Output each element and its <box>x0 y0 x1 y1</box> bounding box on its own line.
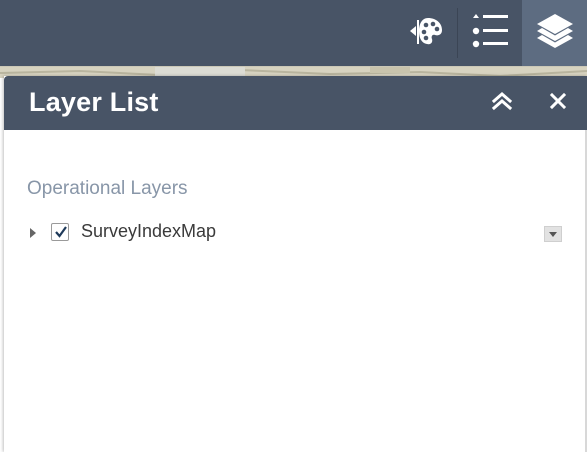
layer-options-button[interactable] <box>544 226 562 242</box>
palette-icon <box>406 14 444 53</box>
layers-icon <box>535 11 575 56</box>
dropdown-arrow-icon <box>549 232 557 237</box>
layer-label: SurveyIndexMap <box>81 221 217 241</box>
panel-header: Layer List <box>4 76 587 130</box>
operational-layers-heading: Operational Layers <box>27 178 188 199</box>
layer-visibility-checkbox[interactable] <box>51 223 69 241</box>
double-chevron-up-icon <box>491 91 513 116</box>
layer-list-panel: Layer List Operational Layers SurveyInde… <box>4 76 587 452</box>
legend-button[interactable] <box>458 0 522 66</box>
symbology-button[interactable] <box>393 0 457 66</box>
panel-title: Layer List <box>29 87 159 117</box>
top-toolbar <box>0 0 587 66</box>
list-icon <box>470 12 510 55</box>
close-panel-button[interactable] <box>543 88 573 118</box>
layers-button[interactable] <box>522 0 587 66</box>
collapse-panel-button[interactable] <box>487 88 517 118</box>
expand-arrow-icon[interactable] <box>30 228 36 238</box>
app-root: Layer List Operational Layers SurveyInde… <box>0 0 587 452</box>
close-icon <box>549 92 567 115</box>
layer-item-surveyindexmap[interactable]: SurveyIndexMap <box>24 220 569 246</box>
checkmark-icon <box>55 226 67 238</box>
